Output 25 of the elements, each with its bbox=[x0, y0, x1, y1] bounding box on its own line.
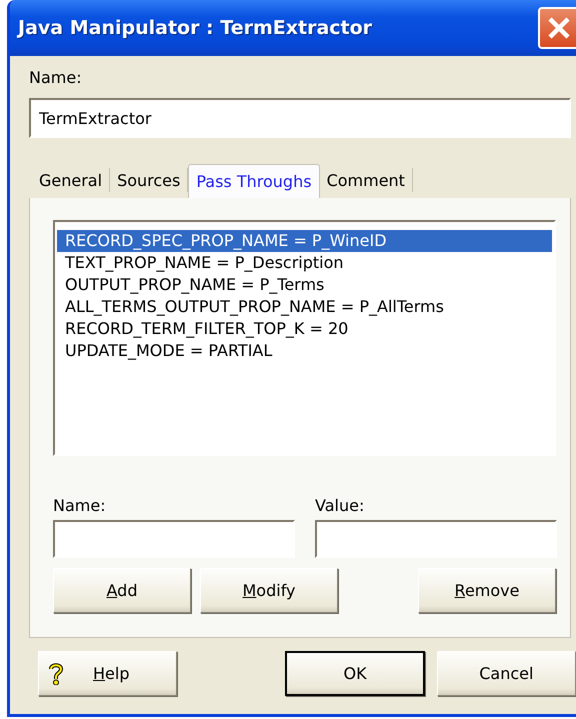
tab[interactable]: General bbox=[29, 168, 110, 192]
input-field[interactable] bbox=[315, 520, 557, 558]
button[interactable]: Remove bbox=[418, 568, 556, 613]
button[interactable]: Add bbox=[53, 568, 191, 613]
button[interactable]: Modify bbox=[200, 568, 338, 613]
list-item[interactable]: ALL_TERMS_OUTPUT_PROP_NAME = P_AllTerms bbox=[57, 296, 552, 318]
list-item[interactable]: UPDATE_MODE = PARTIAL bbox=[57, 340, 552, 362]
field-label: Value: bbox=[315, 496, 366, 516]
button[interactable]: OK bbox=[285, 651, 425, 696]
name-label: Name: bbox=[29, 68, 83, 88]
list-item[interactable]: RECORD_SPEC_PROP_NAME = P_WineID bbox=[57, 230, 552, 252]
input-field[interactable] bbox=[53, 520, 295, 558]
field-label: Name: bbox=[53, 496, 107, 516]
button[interactable]: Cancel bbox=[436, 651, 576, 696]
tab[interactable]: Comment bbox=[320, 168, 413, 192]
help-button[interactable]: Help bbox=[38, 651, 178, 696]
pass-through-list[interactable]: RECORD_SPEC_PROP_NAME = P_WineID TEXT_PROP_NAME = P_Description OUTPUT_PROP_NAME = P_Terms ALL_TERMS_OUTPUT_PROP_NAME = P_AllTerms RECORD_TERM_FILTER_TOP_K = 20 UPDATE_MODE = PARTIAL bbox=[53, 220, 556, 456]
list-item[interactable]: OUTPUT_PROP_NAME = P_Terms bbox=[57, 274, 552, 296]
window-title: Java Manipulator : TermExtractor bbox=[18, 17, 372, 39]
list-item[interactable]: RECORD_TERM_FILTER_TOP_K = 20 bbox=[57, 318, 552, 340]
name-field[interactable]: TermExtractor bbox=[29, 98, 571, 138]
list-item[interactable]: TEXT_PROP_NAME = P_Description bbox=[57, 252, 552, 274]
question-mark-icon bbox=[49, 662, 63, 684]
close-button[interactable] bbox=[538, 7, 576, 49]
tab[interactable]: Pass Throughs bbox=[188, 164, 320, 198]
